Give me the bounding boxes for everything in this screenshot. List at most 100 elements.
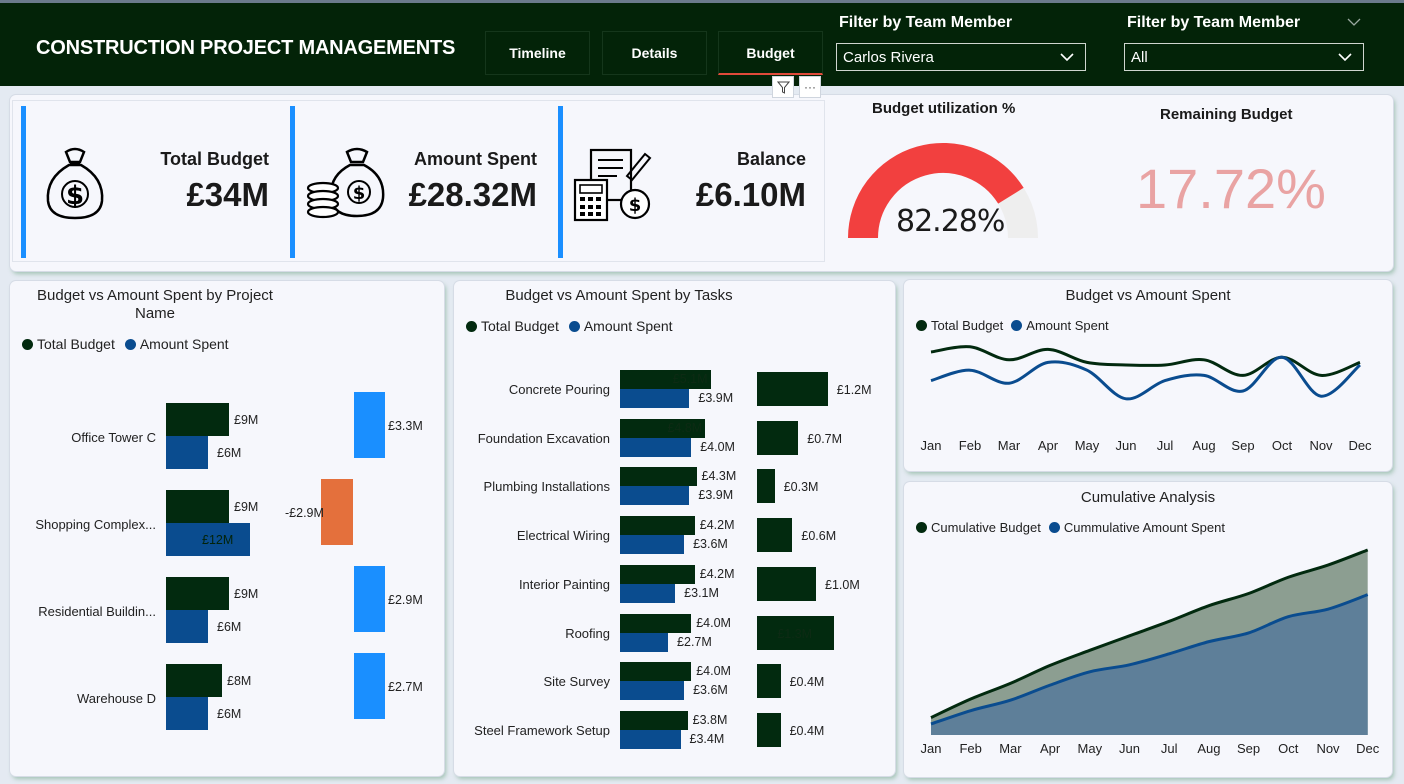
difference-value-label: £1.2M [836,383,872,397]
budget-value-label: £8M [227,674,252,688]
budget-value-label: £9M [234,500,259,514]
spent-area [931,594,1368,735]
budget-bar [166,664,222,697]
task-chart-title: Budget vs Amount Spent by Tasks [505,287,733,304]
spent-value-label: £3.6M [693,537,728,552]
x-tick-label: Dec [1348,438,1372,453]
legend-label: Amount Spent [583,318,673,334]
line-chart: Jan Feb Mar Apr May Jun Jul Aug Sep Oct Nov Dec [921,345,1372,453]
category-label: Roofing [565,625,610,641]
x-tick-label: Aug [1192,438,1215,453]
difference-value-label: £0.7M [807,431,843,446]
x-tick-label: Jul [1157,438,1174,453]
difference-bar [321,479,353,545]
budget-value-label: £3.8M [692,712,728,727]
difference-value-label: £0.6M [801,529,837,544]
difference-value-label: £0.3M [783,480,819,495]
x-tick-label: Jan [921,741,942,756]
x-tick-label: Sep [1237,741,1260,756]
spent-value-label: £3.9M [698,391,734,405]
filter-icon[interactable] [772,76,794,98]
category-label: Office Tower C [71,430,156,445]
x-tick-label: Sep [1231,438,1254,453]
spent-value-label: £3.4M [689,731,725,746]
legend-label: Total Budget [37,336,115,352]
budget-bar [620,710,688,730]
category-label: Warehouse D [77,691,156,706]
gauge-title: Budget utilization % [872,100,1016,117]
filter-value-2: All [1131,48,1148,66]
gauge-value: 82.28% [896,204,1005,239]
x-tick-label: Apr [1040,741,1061,756]
cumulative-area-chart: Jan Feb Mar Apr May Jun Jul Aug Sep Oct Nov Dec [921,548,1380,756]
spent-value-label: £2.7M [677,634,712,649]
kpi-value: £34M [186,176,269,213]
x-tick-label: Jul [1161,741,1178,756]
budget-bar [620,467,697,487]
spent-bar [166,697,208,730]
coins-bag-icon: $ [306,147,385,219]
difference-bar [757,518,793,553]
task-chart-legend: Total Budget Amount Spent [466,318,673,334]
category-label: Site Survey [543,674,610,690]
kpi-total-budget: $ Total Budget £34M [21,106,269,258]
cumulative-chart-legend: Cumulative Budget Cummulative Amount Spe… [916,520,1225,535]
budget-bar [166,490,229,523]
more-options-icon[interactable]: ··· [799,76,821,98]
budget-value-label: £9M [234,587,259,601]
category-label: Interior Painting [518,576,610,592]
spent-value-label: £4.0M [700,439,735,454]
spent-bar [620,389,690,408]
app-title: CONSTRUCTION PROJECT MANAGEMENTS [36,37,456,59]
difference-value-label: £0.4M [789,675,825,690]
legend-label: Total Budget [481,318,559,334]
collapse-chevron-icon[interactable] [1347,17,1361,27]
cumulative-chart-title: Cumulative Analysis [1080,489,1216,506]
difference-bar [354,653,385,719]
kpi-balance: $ Balance £6.10M [558,106,806,258]
difference-bar [757,469,775,504]
tab-budget[interactable]: Budget [718,31,823,75]
team-member-filter-2[interactable]: All [1124,43,1364,71]
difference-bar [757,664,781,699]
spent-bar [620,583,676,603]
difference-value-label: £1.0M [825,577,860,592]
x-tick-label: May [1075,438,1100,453]
chevron-down-icon [1338,53,1352,62]
budget-bar [166,403,229,436]
difference-bar [354,392,385,458]
legend-dot-spent [124,338,136,350]
spent-bar [620,729,681,749]
budget-bar [620,516,695,536]
legend-dot-budget [22,338,33,350]
budget-value-label: £4.0M [696,615,731,630]
category-label: Shopping Complex... [35,517,156,532]
budget-bar [620,564,695,584]
difference-bar [757,372,828,406]
kpi-amount-spent: $ Amount Spent £28.32M [290,106,537,258]
spent-bar [166,436,208,469]
kpi-label: Amount Spent [414,149,537,169]
tab-details[interactable]: Details [602,31,707,75]
line-chart-title: Budget vs Amount Spent [1065,287,1231,304]
budget-bar [166,577,229,610]
tab-timeline[interactable]: Timeline [485,31,590,75]
budget-value-label: £4.8M [667,420,703,435]
spent-value-label: £6M [217,446,242,460]
spent-value-label: £3.6M [693,683,728,698]
x-tick-label: Dec [1356,741,1380,756]
x-tick-label: Apr [1038,438,1059,453]
legend-label: Cumulative Budget [931,520,1041,535]
team-member-filter-1[interactable]: Carlos Rivera [836,43,1086,71]
budget-value-label: £4.3M [701,469,737,484]
budget-value-label: £5.1M [672,372,708,386]
legend-label: Amount Spent [139,336,229,352]
difference-value-label: £2.9M [388,593,423,607]
spent-value-label: £6M [217,620,242,634]
svg-text:$: $ [629,195,642,216]
x-tick-label: Jun [1116,438,1137,453]
legend-dot-spent [1048,522,1060,533]
legend-label: Cummulative Amount Spent [1063,520,1225,535]
difference-bar [354,566,385,632]
project-chart-legend: Total Budget Amount Spent [22,336,229,352]
